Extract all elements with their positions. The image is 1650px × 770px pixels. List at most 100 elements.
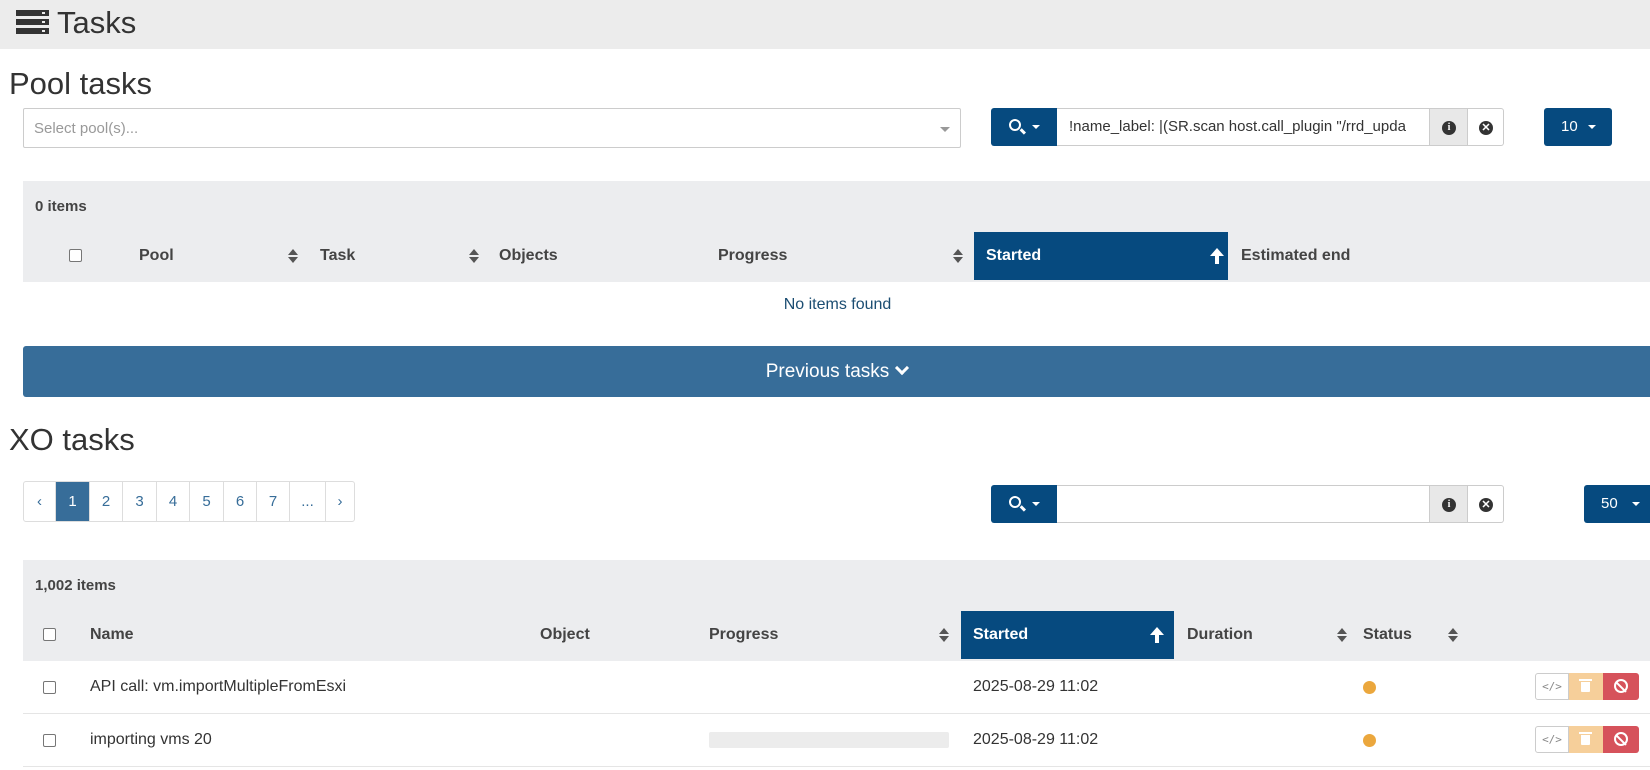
trash-icon	[1579, 679, 1592, 692]
pagination-prev[interactable]: ‹	[24, 482, 55, 521]
sort-icon	[1448, 628, 1458, 642]
pool-item-count: 0 items	[35, 198, 87, 215]
column-duration-label: Duration	[1187, 626, 1253, 643]
column-started-label: Started	[986, 247, 1042, 264]
close-icon: ✕	[1479, 498, 1493, 512]
column-object-label: Object	[540, 626, 590, 643]
sort-ascending-icon	[1210, 248, 1224, 264]
search-icon	[1009, 496, 1021, 508]
caret-down-icon	[1032, 502, 1040, 506]
task-started: 2025-08-29 11:02	[973, 731, 1099, 748]
close-icon: ✕	[1479, 121, 1493, 135]
caret-down-icon	[1032, 125, 1040, 129]
column-progress[interactable]: Progress	[709, 611, 954, 659]
status-pending-icon	[1363, 734, 1376, 747]
page-1[interactable]: 1	[55, 482, 89, 521]
xo-search-input[interactable]	[1057, 485, 1430, 523]
sort-icon	[1337, 628, 1347, 642]
table-row[interactable]: importing vms 20 2025-08-29 11:02 </>	[23, 714, 1650, 767]
info-icon: i	[1442, 121, 1456, 135]
cancel-button[interactable]	[1603, 673, 1639, 700]
pool-search-input[interactable]: !name_label: |(SR.scan host.call_plugin …	[1057, 108, 1430, 146]
pool-table-header: 0 items Pool Task Objects Progress Start…	[23, 181, 1650, 282]
ban-icon	[1614, 732, 1628, 746]
pool-select[interactable]: Select pool(s)...	[23, 108, 961, 148]
code-icon[interactable]: </>	[1535, 673, 1569, 700]
column-objects: Objects	[499, 232, 699, 280]
column-estimated-end[interactable]: Estimated end	[1241, 232, 1441, 280]
tasks-icon	[16, 10, 49, 36]
ban-icon	[1614, 679, 1628, 693]
xo-page-size-value: 50	[1601, 495, 1618, 512]
column-objects-label: Objects	[499, 247, 558, 264]
column-started[interactable]: Started	[974, 232, 1228, 280]
trash-icon	[1579, 732, 1592, 745]
select-all-checkbox[interactable]	[43, 628, 56, 641]
search-info-button[interactable]: i	[1430, 108, 1468, 146]
search-info-button[interactable]: i	[1430, 485, 1468, 523]
pagination-next[interactable]: ›	[325, 482, 354, 521]
page-ellipsis[interactable]: ...	[289, 482, 325, 521]
sort-ascending-icon	[1150, 627, 1164, 643]
row-checkbox[interactable]	[43, 681, 56, 694]
row-actions: </>	[1535, 673, 1639, 700]
delete-button[interactable]	[1569, 726, 1603, 753]
column-task-label: Task	[320, 247, 356, 264]
search-options-button[interactable]	[991, 485, 1057, 523]
delete-button[interactable]	[1569, 673, 1603, 700]
caret-down-icon	[1588, 125, 1596, 129]
sort-icon	[288, 249, 298, 263]
progress-bar	[709, 732, 949, 748]
column-duration[interactable]: Duration	[1187, 611, 1357, 659]
column-task[interactable]: Task	[320, 232, 500, 280]
xo-page-size-button[interactable]: 50	[1584, 485, 1650, 523]
search-clear-button[interactable]: ✕	[1468, 108, 1504, 146]
select-all-checkbox[interactable]	[69, 249, 82, 262]
caret-down-icon	[1632, 502, 1640, 506]
page-7[interactable]: 7	[256, 482, 289, 521]
column-pool[interactable]: Pool	[139, 232, 319, 280]
page-5[interactable]: 5	[189, 482, 223, 521]
search-options-button[interactable]	[991, 108, 1057, 146]
page-3[interactable]: 3	[122, 482, 156, 521]
previous-tasks-label: Previous tasks	[765, 361, 890, 382]
pool-select-placeholder: Select pool(s)...	[34, 120, 139, 137]
column-progress[interactable]: Progress	[718, 232, 968, 280]
column-status[interactable]: Status	[1363, 611, 1463, 659]
column-pool-label: Pool	[139, 247, 174, 264]
previous-tasks-button[interactable]: Previous tasks	[23, 346, 1650, 397]
info-icon: i	[1442, 498, 1456, 512]
sort-icon	[469, 249, 479, 263]
column-started-label: Started	[973, 626, 1029, 643]
task-name: importing vms 20	[90, 731, 212, 748]
xo-tasks-heading: XO tasks	[9, 422, 135, 457]
empty-message: No items found	[783, 296, 892, 313]
sort-icon	[939, 628, 949, 642]
table-row[interactable]: API call: vm.importMultipleFromEsxi 2025…	[23, 661, 1650, 714]
page-title: Tasks	[57, 5, 137, 40]
pagination: ‹ 1 2 3 4 5 6 7 ... ›	[23, 481, 355, 522]
column-name: Name	[90, 611, 490, 659]
column-name-label: Name	[90, 626, 134, 643]
pool-search-group: !name_label: |(SR.scan host.call_plugin …	[991, 108, 1514, 146]
sort-icon	[953, 249, 963, 263]
code-icon[interactable]: </>	[1535, 726, 1569, 753]
page-4[interactable]: 4	[156, 482, 189, 521]
task-name: API call: vm.importMultipleFromEsxi	[90, 678, 347, 695]
pool-page-size-value: 10	[1561, 118, 1578, 135]
chevron-down-icon	[895, 360, 910, 376]
page-6[interactable]: 6	[223, 482, 256, 521]
column-estimated-end-label: Estimated end	[1241, 247, 1351, 264]
cancel-button[interactable]	[1603, 726, 1639, 753]
column-started[interactable]: Started	[961, 611, 1174, 659]
status-pending-icon	[1363, 681, 1376, 694]
column-progress-label: Progress	[709, 626, 779, 643]
xo-search-group: i ✕	[991, 485, 1514, 523]
column-object: Object	[540, 611, 690, 659]
search-clear-button[interactable]: ✕	[1468, 485, 1504, 523]
top-bar: Tasks	[0, 0, 1650, 49]
column-progress-label: Progress	[718, 247, 788, 264]
row-checkbox[interactable]	[43, 734, 56, 747]
pool-page-size-button[interactable]: 10	[1544, 108, 1612, 146]
page-2[interactable]: 2	[89, 482, 122, 521]
